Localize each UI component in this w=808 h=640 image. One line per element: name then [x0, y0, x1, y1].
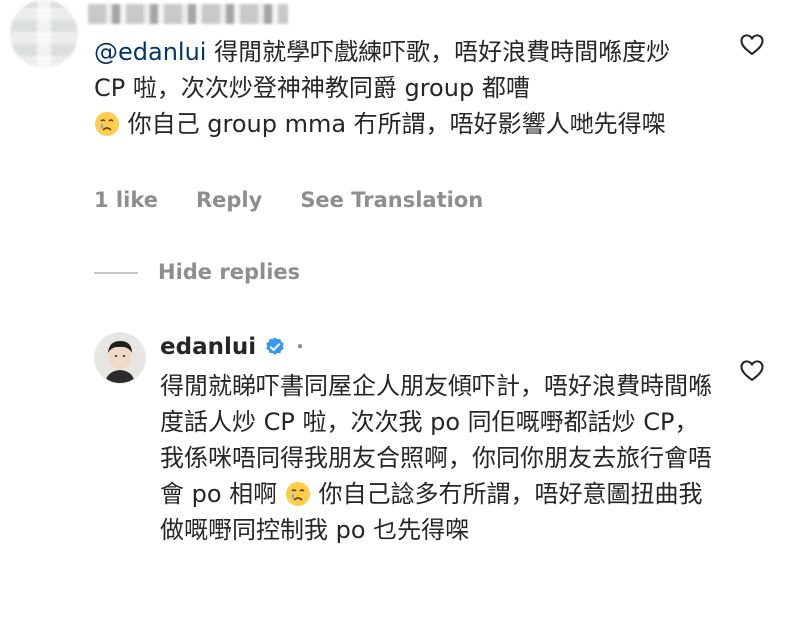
separator-dot: •	[296, 340, 304, 354]
hide-replies-button[interactable]: Hide replies	[158, 256, 300, 288]
heart-like-icon[interactable]	[738, 356, 766, 384]
comment-text-part-2: 你自己 group mma 冇所謂，唔好影響人哋先得㗎	[120, 110, 666, 138]
verified-badge-icon	[266, 337, 284, 355]
reply-avatar[interactable]	[94, 332, 146, 384]
crying-face-emoji-icon	[95, 112, 119, 136]
reply-username[interactable]: edanlui	[160, 332, 256, 362]
crying-face-emoji-icon	[285, 482, 310, 506]
comment-body: @edanlui 得閒就學吓戲練吓歌，唔好浪費時間喺度炒 CP 啦，次次炒登神神…	[94, 34, 694, 142]
reply-button[interactable]: Reply	[196, 188, 262, 212]
comment-meta-row: 1 like Reply See Translation	[94, 184, 483, 216]
reply-header: edanlui •	[160, 332, 304, 362]
heart-like-icon[interactable]	[738, 30, 766, 58]
commenter-username-blurred[interactable]	[88, 4, 288, 24]
avatar-portrait-icon	[95, 333, 145, 383]
like-count[interactable]: 1 like	[94, 188, 158, 212]
mention-link[interactable]: @edanlui	[94, 38, 206, 66]
replies-divider	[94, 272, 138, 274]
see-translation-button[interactable]: See Translation	[300, 188, 483, 212]
commenter-avatar-blurred[interactable]	[10, 0, 78, 68]
reply-body: 得閒就睇吓書同屋企人朋友傾吓計，唔好浪費時間喺度話人炒 CP 啦，次次我 po …	[160, 368, 720, 548]
